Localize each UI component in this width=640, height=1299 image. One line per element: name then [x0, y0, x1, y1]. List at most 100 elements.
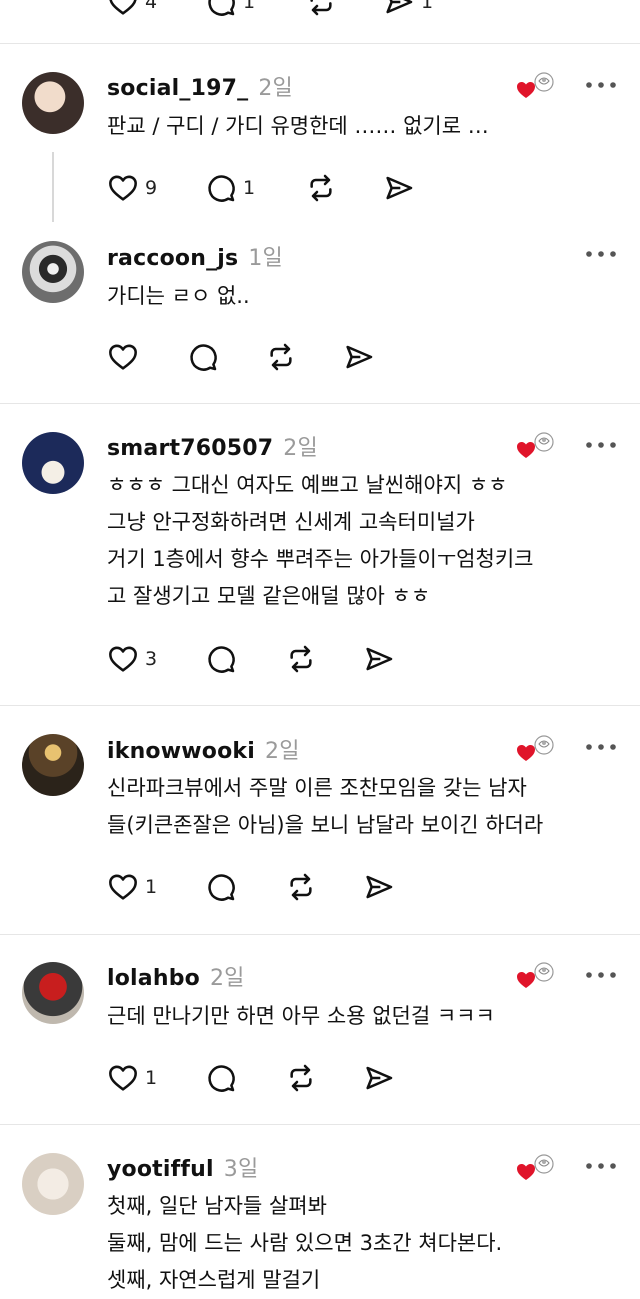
- share-icon: [363, 1062, 395, 1094]
- divider: [0, 43, 640, 44]
- reply-button[interactable]: [205, 869, 237, 905]
- share-button[interactable]: [363, 869, 395, 905]
- repost-icon: [305, 0, 337, 18]
- author-liked-icon: [516, 1152, 556, 1184]
- heart-icon: [107, 0, 139, 18]
- post-text: 근데 만나기만 하면 아무 소용 없던걸 ㅋㅋㅋ: [107, 998, 627, 1035]
- like-button[interactable]: 4: [107, 0, 157, 20]
- post-text: 판교 / 구디 / 가디 유명한데 …… 없기로 …: [107, 108, 627, 145]
- share-icon: [363, 643, 395, 675]
- text-line: 근데 만나기만 하면 아무 소용 없던걸 ㅋㅋㅋ: [107, 1004, 495, 1028]
- repost-button[interactable]: [265, 339, 297, 375]
- reply-button[interactable]: [205, 641, 237, 677]
- more-options-icon[interactable]: [585, 249, 617, 259]
- like-count: 9: [145, 177, 158, 199]
- divider: [0, 934, 640, 935]
- like-count: 3: [145, 648, 158, 670]
- share-button[interactable]: [363, 641, 395, 677]
- post-text: 신라파크뷰에서 주말 이른 조찬모임을 갖는 남자 들(키큰존잘은 아님)을 보…: [107, 770, 627, 844]
- post-time: 2일: [209, 966, 245, 991]
- like-button[interactable]: 9: [107, 170, 157, 206]
- more-options-icon[interactable]: [585, 742, 617, 752]
- avatar[interactable]: [22, 72, 84, 134]
- heart-icon: [107, 341, 139, 373]
- reply-button[interactable]: [187, 339, 219, 375]
- like-count: 1: [145, 876, 158, 898]
- author-liked-icon: [516, 733, 556, 765]
- text-line: ㅎㅎㅎ 그대신 여자도 예쁘고 날씬해야지 ㅎㅎ: [107, 473, 508, 497]
- divider: [0, 1124, 640, 1125]
- post-actions: 1: [107, 1060, 427, 1096]
- share-icon: [383, 0, 415, 18]
- avatar[interactable]: [22, 241, 84, 303]
- divider: [0, 403, 640, 404]
- post-text: ㅎㅎㅎ 그대신 여자도 예쁘고 날씬해야지 ㅎㅎ 그냥 안구정화하려면 신세계 …: [107, 467, 627, 615]
- reply-button[interactable]: [205, 1060, 237, 1096]
- post-time: 2일: [283, 436, 318, 461]
- repost-icon: [285, 643, 317, 675]
- share-button[interactable]: 1: [383, 0, 433, 20]
- post-time: 1일: [248, 246, 283, 271]
- share-button[interactable]: [383, 170, 415, 206]
- repost-icon: [285, 1062, 317, 1094]
- reply-button[interactable]: 1: [205, 0, 255, 20]
- reply-icon: [205, 0, 237, 18]
- text-line: 첫째, 일단 남자들 살펴봐: [107, 1194, 327, 1218]
- heart-icon: [107, 172, 139, 204]
- repost-icon: [285, 871, 317, 903]
- username[interactable]: lolahbo 2일: [107, 960, 245, 992]
- like-button[interactable]: 1: [107, 869, 157, 905]
- avatar[interactable]: [22, 432, 84, 494]
- more-options-icon[interactable]: [585, 440, 617, 450]
- author-liked-icon: [516, 70, 556, 102]
- post-actions: [107, 339, 427, 375]
- repost-icon: [265, 341, 297, 373]
- text-line: 고 잘생기고 모델 같은애덜 많아 ㅎㅎ: [107, 584, 431, 608]
- like-button[interactable]: 1: [107, 1060, 157, 1096]
- more-options-icon[interactable]: [585, 80, 617, 90]
- more-options-icon[interactable]: [585, 970, 617, 980]
- post-time: 3일: [223, 1157, 259, 1182]
- reply-icon: [205, 172, 237, 204]
- post-text: 첫째, 일단 남자들 살펴봐 둘째, 맘에 드는 사람 있으면 3초간 쳐다본다…: [107, 1188, 627, 1299]
- share-count: 1: [421, 0, 434, 13]
- repost-button[interactable]: [305, 0, 337, 20]
- author-liked-icon: [516, 430, 556, 462]
- post-actions: 1: [107, 869, 427, 905]
- avatar[interactable]: [22, 962, 84, 1024]
- more-options-icon[interactable]: [585, 1161, 617, 1171]
- repost-button[interactable]: [285, 869, 317, 905]
- text-line: 셋째, 자연스럽게 말걸기: [107, 1268, 321, 1292]
- text-line: 거기 1층에서 향수 뿌려주는 아가들이ㅜ엄청키크: [107, 547, 534, 571]
- username[interactable]: yootifful 3일: [107, 1151, 258, 1183]
- author-liked-icon: [516, 960, 556, 992]
- username[interactable]: smart760507 2일: [107, 430, 318, 462]
- reply-button[interactable]: 1: [205, 170, 255, 206]
- reply-icon: [205, 871, 237, 903]
- heart-icon: [107, 643, 139, 675]
- text-line: 신라파크뷰에서 주말 이른 조찬모임을 갖는 남자: [107, 776, 527, 800]
- previous-post-actions: 4 1 1: [107, 0, 433, 20]
- post-actions: 3: [107, 641, 427, 677]
- share-button[interactable]: [343, 339, 375, 375]
- post-text: 가디는 ㄹㅇ 없..: [107, 278, 627, 315]
- repost-button[interactable]: [285, 1060, 317, 1096]
- like-button[interactable]: [107, 339, 139, 375]
- repost-button[interactable]: [305, 170, 337, 206]
- reply-icon: [205, 643, 237, 675]
- username[interactable]: raccoon_js 1일: [107, 240, 283, 272]
- share-button[interactable]: [363, 1060, 395, 1096]
- reply-icon: [205, 1062, 237, 1094]
- username[interactable]: social_197_ 2일: [107, 70, 293, 102]
- avatar[interactable]: [22, 1153, 84, 1215]
- like-button[interactable]: 3: [107, 641, 157, 677]
- reply-count: 1: [243, 177, 256, 199]
- repost-button[interactable]: [285, 641, 317, 677]
- text-line: 판교 / 구디 / 가디 유명한데 …… 없기로 …: [107, 114, 489, 138]
- username[interactable]: iknowwooki 2일: [107, 733, 300, 765]
- like-count: 4: [145, 0, 158, 13]
- share-icon: [363, 871, 395, 903]
- avatar[interactable]: [22, 734, 84, 796]
- text-line: 그냥 안구정화하려면 신세계 고속터미널가: [107, 510, 475, 534]
- thread-line: [52, 152, 54, 222]
